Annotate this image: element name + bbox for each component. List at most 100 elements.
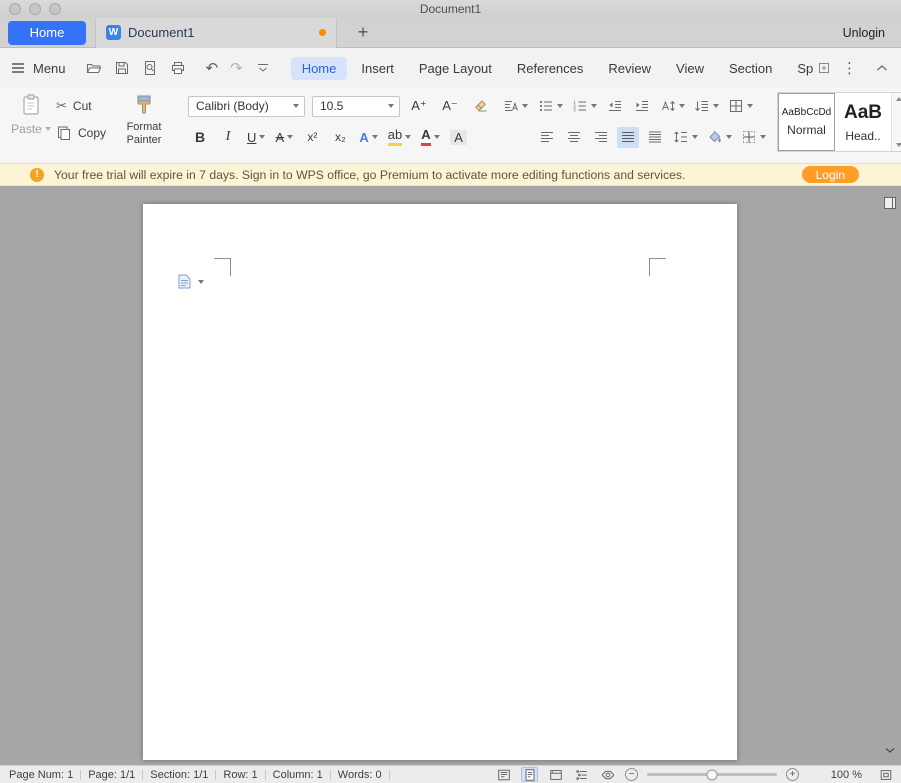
style-heading[interactable]: AaB Head.. [835, 93, 892, 151]
styles-scroll[interactable] [892, 93, 901, 151]
more-commands-icon[interactable]: ⋮ [842, 61, 857, 76]
italic-button[interactable]: I [216, 127, 240, 148]
close-button[interactable] [9, 3, 21, 15]
highlight-label: ab [388, 128, 402, 145]
font-color-button[interactable]: A [418, 127, 442, 148]
styles-scroll-down-icon[interactable] [896, 143, 901, 147]
justify-icon [620, 129, 636, 145]
paragraph-spacing-button[interactable] [692, 96, 721, 117]
zoom-out-button[interactable]: − [625, 768, 638, 781]
status-page-num[interactable]: Page Num: 1 [7, 769, 80, 781]
print-layout-view-button[interactable] [521, 767, 538, 782]
ribbon-tab-home[interactable]: Home [291, 57, 348, 80]
ribbon-tab-section[interactable]: Section [718, 57, 783, 80]
ribbon-tab-view[interactable]: View [665, 57, 715, 80]
underline-button[interactable]: U [244, 127, 268, 148]
outline-view-button[interactable] [573, 767, 590, 782]
ribbon-tab-page-layout[interactable]: Page Layout [408, 57, 503, 80]
text-effects-button[interactable]: A [356, 127, 380, 148]
increase-font-button[interactable]: A⁺ [407, 96, 431, 117]
document-page[interactable] [143, 204, 737, 760]
font-color-caret-icon [434, 135, 440, 139]
menu-button[interactable]: Menu [10, 60, 66, 76]
open-icon[interactable] [86, 60, 102, 76]
line-spacing-button[interactable] [671, 127, 700, 148]
superscript-button[interactable]: x² [300, 127, 324, 148]
insert-table-button[interactable] [726, 96, 755, 117]
zoom-slider-handle[interactable] [707, 769, 718, 780]
zoom-slider[interactable] [647, 773, 777, 776]
ribbon-tabs: Home Insert Page Layout References Revie… [291, 57, 842, 80]
clear-formatting-button[interactable] [469, 96, 493, 117]
ribbon-tab-references[interactable]: References [506, 57, 594, 80]
fit-page-button[interactable] [877, 767, 894, 782]
sidebar-toggle-button[interactable] [882, 195, 898, 211]
save-icon[interactable] [114, 60, 130, 76]
undo-icon[interactable]: ↶ [206, 61, 219, 76]
subscript-button[interactable]: x₂ [328, 127, 352, 148]
ribbon-tab-special[interactable]: Sp [786, 57, 841, 80]
highlight-button[interactable]: ab [385, 127, 414, 148]
fit-page-icon [879, 768, 893, 782]
font-size-select[interactable]: 10.5 [312, 96, 400, 117]
unlogin-button[interactable]: Unlogin [843, 26, 885, 40]
font-family-select[interactable]: Calibri (Body) [188, 96, 305, 117]
numbering-button[interactable]: 123 [570, 96, 599, 117]
align-center-button[interactable] [563, 127, 585, 148]
svg-text:3: 3 [573, 108, 576, 114]
ribbon-tab-review[interactable]: Review [597, 57, 662, 80]
web-layout-view-button[interactable] [547, 767, 564, 782]
scroll-down-button[interactable] [882, 742, 898, 758]
zoom-level[interactable]: 100 % [824, 769, 862, 781]
paste-button[interactable]: Paste [8, 93, 54, 136]
page-assistant-button[interactable] [178, 274, 204, 289]
align-left-button[interactable] [536, 127, 558, 148]
collapse-ribbon-icon[interactable] [874, 60, 890, 76]
new-tab-button[interactable]: + [352, 22, 374, 43]
print-icon[interactable] [170, 60, 186, 76]
strikethrough-button[interactable]: A [272, 127, 296, 148]
numbering-caret-icon [591, 104, 597, 108]
redo-icon[interactable]: ↷ [230, 61, 243, 76]
copy-icon [56, 125, 72, 141]
bold-button[interactable]: B [188, 127, 212, 148]
status-section[interactable]: Section: 1/1 [143, 769, 215, 781]
status-column[interactable]: Column: 1 [266, 769, 330, 781]
zoom-in-button[interactable]: + [786, 768, 799, 781]
borders-button[interactable] [739, 127, 768, 148]
status-row[interactable]: Row: 1 [216, 769, 264, 781]
scissors-icon: ✂ [56, 100, 67, 113]
font-size-value: 10.5 [320, 99, 385, 113]
align-right-button[interactable] [590, 127, 612, 148]
cut-button[interactable]: ✂ Cut [56, 99, 106, 113]
distribute-button[interactable] [644, 127, 666, 148]
minimize-button[interactable] [29, 3, 41, 15]
decrease-font-button[interactable]: A⁻ [438, 96, 462, 117]
format-painter-button[interactable]: Format Painter [114, 93, 174, 147]
home-launcher-button[interactable]: Home [8, 21, 86, 45]
text-scale-button[interactable] [658, 96, 687, 117]
styles-scroll-up-icon[interactable] [896, 97, 901, 101]
justify-button[interactable] [617, 127, 639, 148]
eye-protection-button[interactable] [599, 767, 616, 782]
text-tools-caret-icon [522, 104, 528, 108]
text-tools-button[interactable] [500, 96, 531, 117]
document-area[interactable] [0, 186, 901, 765]
status-words[interactable]: Words: 0 [331, 769, 389, 781]
increase-indent-button[interactable] [631, 96, 653, 117]
document-tab[interactable]: W Document1 [95, 18, 337, 48]
bullets-button[interactable] [536, 96, 565, 117]
ribbon-tab-insert[interactable]: Insert [350, 57, 405, 80]
status-page[interactable]: Page: 1/1 [81, 769, 142, 781]
decrease-indent-button[interactable] [604, 96, 626, 117]
fullscreen-view-button[interactable] [495, 767, 512, 782]
style-normal[interactable]: AaBbCcDd Normal [778, 93, 835, 151]
style-heading-name: Head.. [845, 129, 880, 143]
customize-toolbar-icon[interactable] [255, 60, 271, 76]
char-shading-button[interactable]: A [447, 127, 471, 148]
maximize-button[interactable] [49, 3, 61, 15]
login-button[interactable]: Login [802, 166, 859, 183]
copy-button[interactable]: Copy [56, 125, 106, 141]
shading-button[interactable] [705, 127, 734, 148]
print-preview-icon[interactable] [142, 60, 158, 76]
